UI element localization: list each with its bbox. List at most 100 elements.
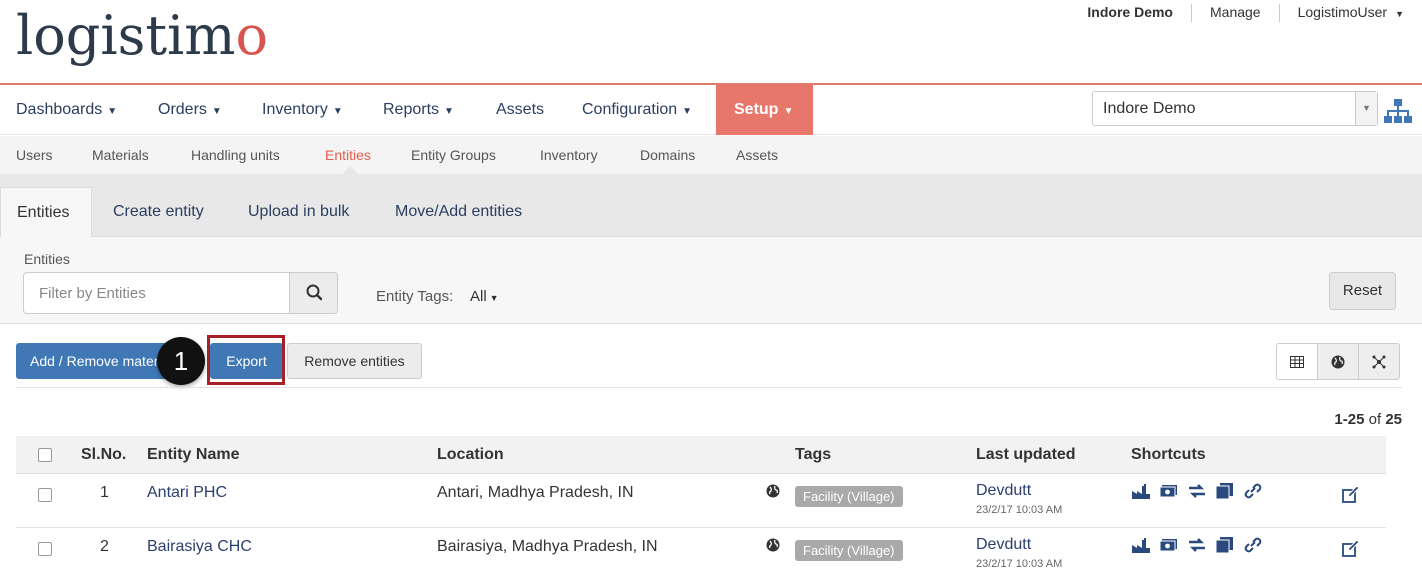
last-updated-cell: Devdutt 23/2/17 10:03 AM — [976, 482, 1062, 516]
transfer-icon[interactable] — [1187, 536, 1207, 554]
nav-configuration[interactable]: Configuration ▼ — [582, 85, 692, 135]
pager-of: of — [1368, 411, 1382, 428]
map-view-button[interactable] — [1317, 343, 1359, 380]
tab-move-add-entities[interactable]: Move/Add entities — [395, 187, 522, 237]
entity-tags-label: Entity Tags: — [376, 288, 454, 305]
row-slno: 1 — [100, 484, 109, 501]
subnav-inventory[interactable]: Inventory — [540, 136, 598, 174]
tab-create-entity[interactable]: Create entity — [113, 187, 204, 237]
updated-by-link[interactable]: Devdutt — [976, 482, 1062, 500]
reset-button[interactable]: Reset — [1329, 272, 1396, 310]
col-slno[interactable]: Sl.No. — [81, 446, 126, 464]
updated-timestamp: 23/2/17 10:03 AM — [976, 558, 1063, 570]
chevron-down-icon: ▼ — [1355, 92, 1377, 125]
export-highlight-box — [207, 335, 285, 385]
table-view-button[interactable] — [1276, 343, 1318, 380]
pagination-summary: 1-25 of 25 — [1334, 411, 1402, 428]
network-icon — [1372, 355, 1386, 368]
filter-label: Entities — [24, 251, 70, 267]
col-tags[interactable]: Tags — [795, 446, 831, 464]
manage-link[interactable]: Manage — [1192, 4, 1280, 22]
main-nav: Dashboards ▼ Orders ▼ Inventory ▼ Reports ▼ … — [0, 85, 1422, 135]
nav-setup[interactable]: Setup ▼ — [716, 85, 813, 135]
edit-icon[interactable] — [1342, 539, 1360, 562]
entity-name-link[interactable]: Antari PHC — [147, 484, 227, 502]
edit-icon[interactable] — [1342, 485, 1360, 508]
entity-tags-dropdown[interactable]: All ▼ — [470, 288, 499, 305]
location-globe-icon[interactable] — [766, 538, 780, 557]
domain-select-value: Indore Demo — [1103, 100, 1196, 117]
nav-reports[interactable]: Reports ▼ — [383, 85, 454, 135]
nav-inventory[interactable]: Inventory ▼ — [262, 85, 343, 135]
row-slno: 2 — [100, 538, 109, 555]
pager-total: 25 — [1385, 411, 1402, 428]
col-last-updated[interactable]: Last updated — [976, 446, 1076, 464]
subnav-materials[interactable]: Materials — [92, 136, 149, 174]
entity-filter-input[interactable] — [23, 272, 289, 314]
action-bar: Add / Remove materials Export 1 Remove e… — [0, 325, 1422, 388]
tab-entities[interactable]: Entities — [0, 187, 92, 237]
updated-by-link[interactable]: Devdutt — [976, 536, 1062, 554]
subnav-handling-units[interactable]: Handling units — [191, 136, 280, 174]
col-location[interactable]: Location — [437, 446, 504, 464]
entity-tabs: Entities Create entity Upload in bulk Mo… — [0, 174, 1422, 237]
shortcut-icons — [1131, 482, 1263, 500]
chevron-down-icon: ▼ — [783, 106, 794, 117]
entity-tag-badge: Facility (Village) — [795, 486, 903, 507]
user-menu[interactable]: LogistimoUser ▼ — [1280, 4, 1404, 22]
col-entity-name[interactable]: Entity Name — [147, 446, 239, 464]
current-domain-label: Indore Demo — [1069, 4, 1192, 22]
select-all-checkbox[interactable] — [38, 448, 52, 462]
view-toggle-group — [1276, 343, 1400, 380]
entity-location: Antari, Madhya Pradesh, IN — [437, 484, 634, 501]
subnav-users[interactable]: Users — [16, 136, 53, 174]
inventory-icon[interactable] — [1215, 536, 1235, 554]
pager-range: 1-25 — [1334, 411, 1365, 428]
network-view-button[interactable] — [1358, 343, 1400, 380]
table-header: Sl.No. Entity Name Location Tags Last up… — [16, 436, 1386, 474]
chevron-down-icon: ▼ — [1395, 9, 1404, 19]
entity-name-link[interactable]: Bairasiya CHC — [147, 538, 252, 556]
table-row: 1 Antari PHC Antari, Madhya Pradesh, IN … — [16, 474, 1386, 528]
inventory-icon[interactable] — [1215, 482, 1235, 500]
last-updated-cell: Devdutt 23/2/17 10:03 AM — [976, 536, 1062, 570]
subnav-entity-groups[interactable]: Entity Groups — [411, 136, 496, 174]
link-icon[interactable] — [1243, 536, 1263, 554]
entity-location: Bairasiya, Madhya Pradesh, IN — [437, 538, 658, 555]
money-icon[interactable] — [1159, 536, 1179, 554]
row-checkbox[interactable] — [38, 542, 52, 556]
nav-dashboards[interactable]: Dashboards ▼ — [16, 85, 117, 135]
search-icon — [306, 284, 323, 301]
top-links: Indore Demo Manage LogistimoUser ▼ — [1069, 4, 1404, 22]
globe-icon — [1331, 355, 1345, 368]
remove-entities-button[interactable]: Remove entities — [287, 343, 422, 379]
factory-icon[interactable] — [1131, 536, 1151, 554]
logistimo-logo[interactable]: logistimo — [16, 4, 268, 67]
entity-tag-badge: Facility (Village) — [795, 540, 903, 561]
domain-select[interactable]: Indore Demo ▼ — [1092, 91, 1378, 126]
chevron-down-icon: ▼ — [682, 106, 693, 117]
updated-timestamp: 23/2/17 10:03 AM — [976, 504, 1063, 516]
entities-table: Sl.No. Entity Name Location Tags Last up… — [16, 436, 1386, 577]
chevron-down-icon: ▼ — [332, 106, 343, 117]
location-globe-icon[interactable] — [766, 484, 780, 503]
user-menu-label: LogistimoUser — [1297, 4, 1388, 20]
money-icon[interactable] — [1159, 482, 1179, 500]
nav-orders[interactable]: Orders ▼ — [158, 85, 222, 135]
domain-hierarchy-icon[interactable] — [1384, 98, 1412, 124]
chevron-down-icon: ▼ — [489, 293, 499, 303]
tab-upload-in-bulk[interactable]: Upload in bulk — [248, 187, 349, 237]
active-indicator-arrow — [342, 166, 358, 174]
factory-icon[interactable] — [1131, 482, 1151, 500]
row-checkbox[interactable] — [38, 488, 52, 502]
entity-tags-value: All — [470, 288, 487, 305]
nav-assets[interactable]: Assets — [496, 85, 544, 135]
subnav-assets[interactable]: Assets — [736, 136, 778, 174]
link-icon[interactable] — [1243, 482, 1263, 500]
table-row: 2 Bairasiya CHC Bairasiya, Madhya Prades… — [16, 528, 1386, 577]
transfer-icon[interactable] — [1187, 482, 1207, 500]
step-callout-badge: 1 — [157, 337, 205, 385]
col-shortcuts: Shortcuts — [1131, 446, 1206, 463]
subnav-domains[interactable]: Domains — [640, 136, 695, 174]
search-button[interactable] — [289, 272, 338, 314]
